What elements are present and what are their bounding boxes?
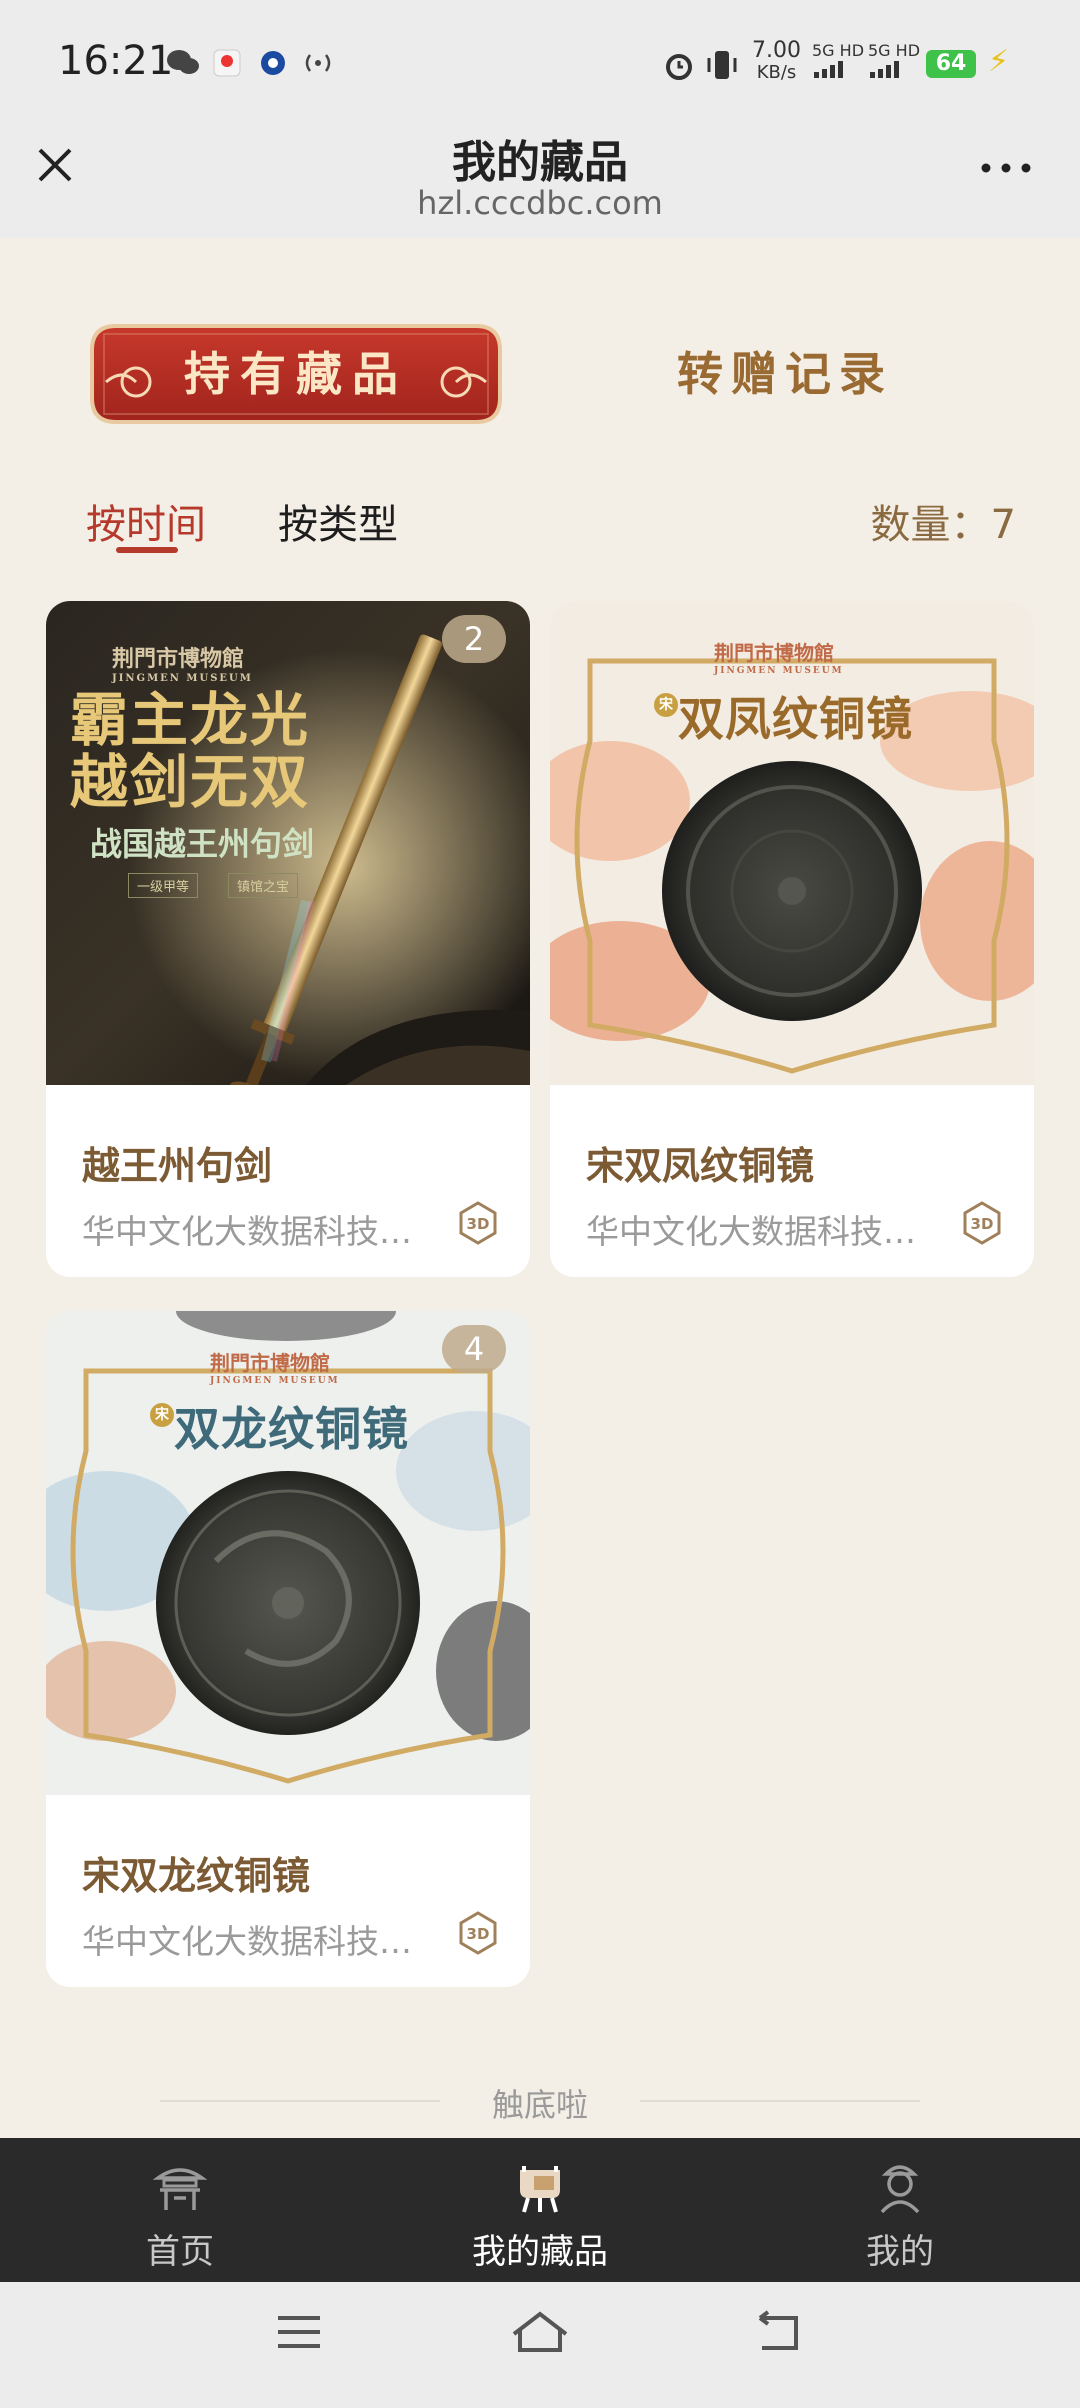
app-icon xyxy=(258,48,288,85)
item-image: 荆門市博物館 JINGMEN MUSEUM 宋 双凤纹铜镜 xyxy=(550,601,1034,1085)
museum-mark: 荆門市博物館 JINGMEN MUSEUM xyxy=(112,641,253,684)
signal-bars-icon xyxy=(870,61,899,78)
nav-collection-label: 我的藏品 xyxy=(472,2232,608,2272)
3d-icon[interactable]: 3D xyxy=(458,1911,498,1955)
menu-icon[interactable] xyxy=(274,2312,324,2356)
quantity-badge: 4 xyxy=(442,1325,506,1373)
quantity-badge: 2 xyxy=(442,615,506,663)
svg-text:3D: 3D xyxy=(467,1925,490,1943)
item-publisher: 华中文化大数据科技有限公司 xyxy=(82,1212,442,1251)
signal-sim1: 5G HD xyxy=(812,42,864,82)
sort-by-type[interactable]: 按类型 xyxy=(278,492,398,550)
art-museum-name: 荆門市博物館 xyxy=(714,641,834,665)
collection-count: 数量：7 xyxy=(871,492,1016,550)
back-icon[interactable] xyxy=(752,2310,808,2358)
art-subtitle: 战国越王州句剑 xyxy=(90,825,315,863)
signal-bars-icon xyxy=(814,61,843,78)
bronze-vessel-icon xyxy=(520,2166,560,2213)
net-speed-unit: KB/s xyxy=(756,62,797,83)
home-icon[interactable] xyxy=(508,2308,572,2360)
item-publisher: 华中文化大数据科技有限公司 xyxy=(586,1212,946,1251)
net-speed: 7.00 KB/s xyxy=(752,40,801,84)
art-headline: 双龙纹铜镜 xyxy=(174,1402,409,1456)
item-name: 越王州句剑 xyxy=(82,1144,273,1188)
art-museum-en: JINGMEN MUSEUM xyxy=(714,666,844,676)
battery-icon: 64 xyxy=(926,50,976,78)
era-badge: 宋 xyxy=(654,693,678,717)
active-tab-indicator xyxy=(116,547,178,553)
tab-transfer-records[interactable]: 转赠记录 xyxy=(620,320,950,428)
item-image: 荆門市博物館 JINGMEN MUSEUM 霸主龙光 越剑无双 战国越王州句剑 … xyxy=(46,601,530,1085)
charging-icon: ⚡ xyxy=(988,44,1010,79)
3d-icon[interactable]: 3D xyxy=(962,1201,1002,1245)
art-museum-en: JINGMEN MUSEUM xyxy=(112,673,253,684)
nav-mine-label: 我的 xyxy=(866,2232,934,2272)
art-headline-1: 霸主龙光 xyxy=(70,686,311,754)
hotspot-icon xyxy=(300,48,336,85)
pavilion-icon xyxy=(152,2168,208,2210)
item-publisher: 华中文化大数据科技有限公司 xyxy=(82,1922,442,1961)
alarm-icon xyxy=(662,48,696,89)
item-name: 宋双凤纹铜镜 xyxy=(586,1144,815,1188)
era-badge: 宋 xyxy=(150,1403,174,1427)
nav-mine[interactable]: 我的 xyxy=(780,2150,1020,2276)
museum-mark: 荆門市博物館 JINGMEN MUSEUM xyxy=(210,1347,340,1386)
art-museum-name: 荆門市博物館 xyxy=(112,646,245,672)
svg-text:3D: 3D xyxy=(971,1215,994,1233)
art-museum-en: JINGMEN MUSEUM xyxy=(210,1376,340,1386)
status-bar: 16:21 7.00 KB/s 5G HD 5G HD 64 ⚡ xyxy=(0,0,1080,120)
art-headline: 双凤纹铜镜 xyxy=(678,692,913,746)
tab-held-label: 持有藏品 xyxy=(184,347,408,401)
nav-collection[interactable]: 我的藏品 xyxy=(420,2150,660,2276)
wechat-icon xyxy=(166,48,200,85)
page-title: 我的藏品 xyxy=(452,137,628,188)
nav-home-label: 首页 xyxy=(146,2232,214,2272)
vibrate-icon xyxy=(704,48,740,89)
collection-card[interactable]: 荆門市博物館 JINGMEN MUSEUM 宋 双龙纹铜镜 4 宋双龙纹铜镜 华… xyxy=(46,1311,530,1987)
museum-mark: 荆門市博物館 JINGMEN MUSEUM xyxy=(714,637,844,676)
more-icon[interactable] xyxy=(976,148,1036,188)
person-icon xyxy=(880,2165,920,2214)
sim2-label: 5G HD xyxy=(868,41,921,60)
svg-text:3D: 3D xyxy=(467,1215,490,1233)
collection-card[interactable]: 荆門市博物館 JINGMEN MUSEUM 霸主龙光 越剑无双 战国越王州句剑 … xyxy=(46,601,530,1277)
nav-home[interactable]: 首页 xyxy=(60,2150,300,2276)
art-tag: 镇馆之宝 xyxy=(228,873,299,898)
count-value: 7 xyxy=(990,502,1016,548)
collection-card[interactable]: 荆門市博物館 JINGMEN MUSEUM 宋 双凤纹铜镜 宋双凤纹铜镜 华中文… xyxy=(550,601,1034,1277)
art-headline-2: 越剑无双 xyxy=(70,748,311,816)
art-tag: 一级甲等 xyxy=(128,873,199,898)
end-of-list-text: 触底啦 xyxy=(491,2086,588,2124)
page-url: hzl.cccdbc.com xyxy=(417,184,663,222)
art-museum-name: 荆門市博物館 xyxy=(210,1351,330,1375)
item-image: 荆門市博物館 JINGMEN MUSEUM 宋 双龙纹铜镜 xyxy=(46,1311,530,1795)
item-name: 宋双龙纹铜镜 xyxy=(82,1854,311,1898)
3d-icon[interactable]: 3D xyxy=(458,1201,498,1245)
sim1-label: 5G HD xyxy=(812,41,865,60)
tab-held-collections[interactable]: 持有藏品 xyxy=(86,320,506,428)
map-pin-icon xyxy=(212,48,242,85)
status-time: 16:21 xyxy=(58,38,174,84)
system-nav-bar xyxy=(0,2282,1080,2408)
count-label: 数量： xyxy=(870,502,991,548)
art-headline: 霸主龙光 越剑无双 xyxy=(70,689,310,813)
net-speed-value: 7.00 xyxy=(752,38,801,63)
sort-by-time[interactable]: 按时间 xyxy=(86,492,206,550)
signal-sim2: 5G HD xyxy=(868,42,920,82)
